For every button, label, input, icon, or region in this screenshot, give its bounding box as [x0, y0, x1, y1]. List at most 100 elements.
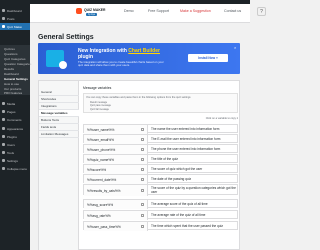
- variable-key[interactable]: %%user_pass_time%%: [84, 222, 148, 231]
- table-hint: Click on a variable to copy it: [205, 117, 238, 120]
- quiz-icon: [2, 25, 5, 28]
- copy-icon[interactable]: [141, 168, 144, 171]
- sidebar-item-comments[interactable]: Comments: [0, 116, 30, 123]
- help-button[interactable]: ?: [257, 7, 266, 16]
- settings-panel: General Shortcodes Integrations Message …: [38, 80, 240, 250]
- variable-key[interactable]: %%results_by_cats%%: [84, 185, 148, 196]
- variable-code: %%user_phone%%: [87, 147, 116, 152]
- tab-integrations[interactable]: Integrations: [39, 103, 79, 110]
- submenu-item-general-settings[interactable]: General Settings: [4, 77, 28, 81]
- info-list: Result message Quiz pass message Quiz fa…: [90, 101, 111, 111]
- copy-icon[interactable]: [141, 138, 144, 141]
- variable-key[interactable]: %%avg_rate%%: [84, 211, 148, 220]
- collapse-icon: [2, 167, 5, 170]
- plugin-icon: [2, 135, 5, 138]
- sidebar-item-pages[interactable]: Pages: [0, 108, 30, 115]
- sidebar-item-appearance[interactable]: Appearance: [0, 125, 30, 132]
- variable-description: The date of the passing quiz: [151, 176, 192, 181]
- brand-tag: by Ays: [86, 13, 97, 16]
- submenu-item-pro-features[interactable]: PRO features: [4, 91, 22, 95]
- copy-icon[interactable]: [141, 214, 144, 217]
- submenu-item-dashboard[interactable]: Dashboard: [4, 72, 19, 76]
- sidebar-item-tools[interactable]: Tools: [0, 149, 30, 156]
- sidebar-item-label: Settings: [7, 158, 18, 163]
- submenu-item-questions[interactable]: Questions: [4, 52, 18, 56]
- tools-icon: [2, 151, 5, 154]
- submenu-item-quizzes[interactable]: Quizzes: [4, 47, 15, 51]
- sidebar-item-label: Posts: [7, 16, 15, 21]
- variable-code: %%score%%: [87, 167, 107, 172]
- nav-make-suggestion-link[interactable]: Make a Suggestion: [180, 9, 211, 13]
- tab-general[interactable]: General: [39, 89, 79, 96]
- sidebar-item-label: Media: [7, 101, 16, 106]
- plugin-header: QUIZ MAKER by Ays Demo Free Support Make…: [30, 4, 266, 23]
- copy-icon[interactable]: [141, 148, 144, 151]
- sidebar-item-label: Dashboard: [7, 8, 22, 13]
- section-title: Message variables: [83, 86, 112, 90]
- submenu-item-results[interactable]: Results: [4, 67, 14, 71]
- copy-icon[interactable]: [141, 158, 144, 161]
- tab-buttons-texts[interactable]: Buttons Texts: [39, 117, 79, 124]
- chart-builder-link[interactable]: Chart Builder: [128, 48, 160, 54]
- variable-code: %%avg_score%%: [87, 202, 114, 207]
- variable-row: %%quiz_name%% The title of the quiz: [83, 154, 238, 164]
- variable-key[interactable]: %%current_date%%: [84, 175, 148, 184]
- comments-icon: [2, 118, 5, 121]
- media-icon: [2, 102, 5, 105]
- copy-icon[interactable]: [141, 189, 144, 192]
- variable-row: %%results_by_cats%% The score of the qui…: [83, 184, 238, 196]
- copy-icon[interactable]: [141, 178, 144, 181]
- nav-contact-us-link[interactable]: Contact us: [224, 9, 241, 13]
- variable-code: %%current_date%%: [87, 177, 117, 182]
- chart-builder-illustration: [46, 50, 67, 69]
- sidebar-item-posts[interactable]: Posts: [0, 15, 30, 22]
- variable-key[interactable]: %%user_email%%: [84, 135, 148, 144]
- variable-code: %%avg_rate%%: [87, 213, 111, 218]
- variable-key[interactable]: %%score%%: [84, 165, 148, 174]
- variable-key[interactable]: %%user_phone%%: [84, 145, 148, 154]
- variable-description: The average rate of the quiz of all time: [151, 212, 206, 217]
- info-box: You can copy these variables and paste t…: [83, 93, 238, 113]
- variable-code: %%user_email%%: [87, 137, 114, 142]
- tab-fields-texts[interactable]: Fields texts: [39, 124, 79, 131]
- settings-tabs: General Shortcodes Integrations Message …: [39, 81, 79, 250]
- pages-icon: [2, 110, 5, 113]
- variable-key[interactable]: %%user_name%%: [84, 125, 148, 134]
- install-now-button[interactable]: Install Now »: [188, 54, 228, 62]
- nav-free-support-link[interactable]: Free Support: [148, 9, 169, 13]
- tab-message-variables[interactable]: Message variables: [39, 110, 79, 117]
- copy-icon[interactable]: [141, 225, 144, 228]
- variable-row: %%current_date%% The date of the passing…: [83, 174, 238, 184]
- variable-key[interactable]: %%avg_score%%: [84, 200, 148, 209]
- variable-code: %%user_pass_time%%: [87, 224, 121, 229]
- tab-shortcodes[interactable]: Shortcodes: [39, 96, 79, 103]
- close-icon[interactable]: ×: [234, 45, 236, 50]
- sidebar-item-media[interactable]: Media: [0, 100, 30, 107]
- submenu-item-quiz-categories[interactable]: Quiz Categories: [4, 57, 26, 61]
- collapse-menu-button[interactable]: Collapse menu: [0, 165, 30, 172]
- tab-limitation-messages[interactable]: Limitation Messages: [39, 131, 79, 138]
- nav-demo-link[interactable]: Demo: [124, 9, 134, 13]
- sidebar-item-settings[interactable]: Settings: [0, 157, 30, 164]
- sidebar-item-label: Tools: [7, 150, 15, 155]
- variable-description: The name the user entered into informati…: [151, 126, 220, 131]
- variable-row: %%user_name%% The name the user entered …: [83, 124, 238, 134]
- settings-icon: [2, 159, 5, 162]
- quiz-maker-logo: [76, 8, 82, 14]
- sidebar-item-users[interactable]: Users: [0, 141, 30, 148]
- sidebar-item-label: Pages: [7, 109, 16, 114]
- banner-text: The integration will allow you to create…: [78, 60, 164, 68]
- dashboard-icon: [2, 9, 5, 12]
- sidebar-item-plugins[interactable]: Plugins: [0, 133, 30, 140]
- variable-description: The time which spent that the user passe…: [151, 223, 223, 228]
- copy-icon[interactable]: [141, 128, 144, 131]
- sidebar-item-label: Users: [7, 142, 15, 147]
- sidebar-item-quiz-maker[interactable]: Quiz Maker: [0, 23, 30, 30]
- submenu-item-how-to-use[interactable]: How to use: [4, 82, 19, 86]
- sidebar-item-label: Plugins: [7, 134, 17, 139]
- copy-icon[interactable]: [141, 203, 144, 206]
- submenu-item-question-categories[interactable]: Question Categories: [4, 62, 31, 66]
- variable-row: %%user_pass_time%% The time which spent …: [83, 221, 238, 231]
- sidebar-item-dashboard[interactable]: Dashboard: [0, 7, 30, 14]
- variable-key[interactable]: %%quiz_name%%: [84, 155, 148, 164]
